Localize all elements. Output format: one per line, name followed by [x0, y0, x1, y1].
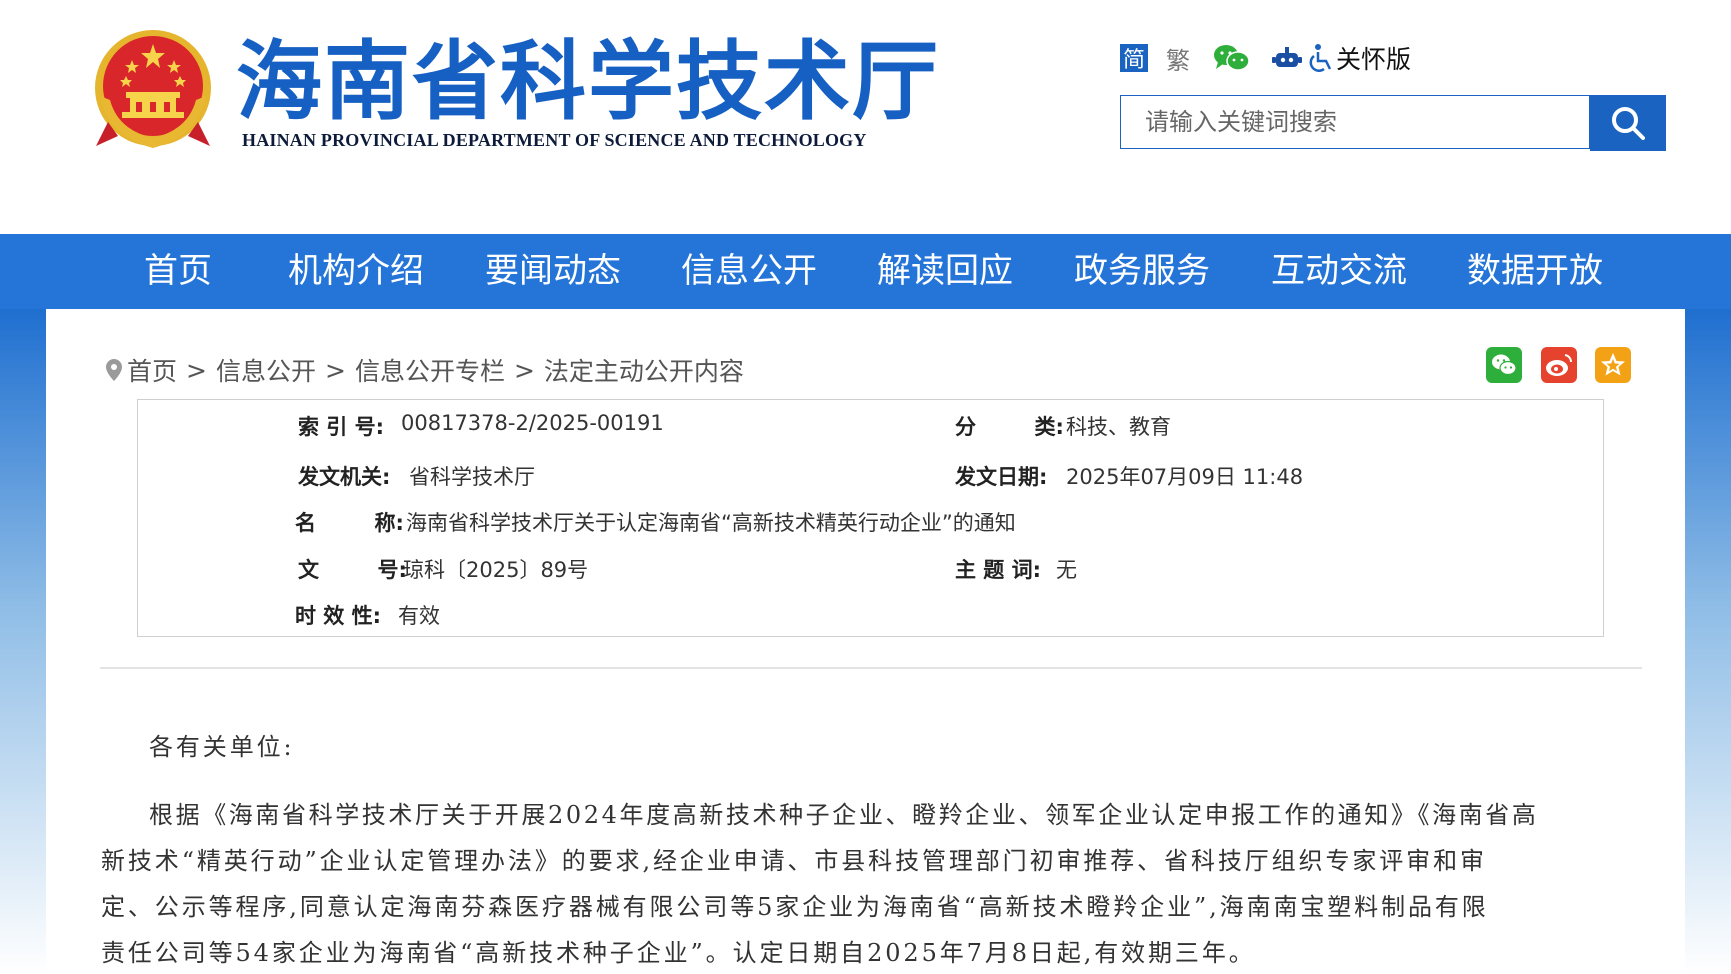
traditional-chinese-button[interactable]: 繁 — [1166, 41, 1190, 76]
body-salutation: 各有关单位: — [149, 733, 295, 761]
breadcrumb-disclosure[interactable]: 信息公开 — [216, 352, 316, 388]
meta-subject-label: 主 题 词: — [955, 558, 1042, 582]
body-paragraph-line: 责任公司等54家企业为海南省“高新技术种子企业”。认定日期自2025年7月8日起… — [101, 939, 1256, 967]
site-logo-subtitle: HAINAN PROVINCIAL DEPARTMENT OF SCIENCE … — [242, 130, 867, 150]
breadcrumb-separator: > — [186, 355, 207, 385]
main-nav: 首页 机构介绍 要闻动态 信息公开 解读回应 政务服务 互动交流 数据开放 — [0, 234, 1731, 309]
accessibility-icon — [1309, 44, 1332, 72]
header-tools: 简 繁 关怀版 — [1120, 38, 1411, 78]
site-logo-title[interactable]: 海南省科学技术厅 — [236, 32, 940, 132]
breadcrumb-separator: > — [513, 355, 535, 385]
breadcrumb-statutory-content[interactable]: 法定主动公开内容 — [544, 352, 744, 388]
nav-item-interaction[interactable]: 互动交流 — [1271, 234, 1407, 309]
meta-docno-value: 琼科〔2025〕89号 — [403, 558, 589, 582]
search-icon — [1612, 107, 1645, 140]
nav-item-interpretation[interactable]: 解读回应 — [877, 234, 1013, 309]
meta-validity-label: 时 效 性: — [295, 604, 382, 628]
meta-subject-value: 无 — [1056, 558, 1077, 582]
meta-docno-label: 文 号: — [298, 558, 407, 582]
nav-item-open-data[interactable]: 数据开放 — [1467, 234, 1603, 309]
nav-item-home[interactable]: 首页 — [144, 234, 212, 309]
nav-item-news[interactable]: 要闻动态 — [485, 234, 621, 309]
meta-issuer-value: 省科学技术厅 — [409, 465, 535, 489]
meta-category-label: 分 类: — [955, 415, 1064, 439]
nav-item-disclosure[interactable]: 信息公开 — [681, 234, 817, 309]
meta-index-value: 00817378-2/2025-00191 — [401, 411, 664, 435]
nav-item-services[interactable]: 政务服务 — [1074, 234, 1210, 309]
breadcrumb: 首页 > 信息公开 > 信息公开专栏 > 法定主动公开内容 — [105, 352, 744, 388]
meta-validity-value: 有效 — [398, 604, 440, 628]
meta-date-value: 2025年07月09日 11:48 — [1066, 465, 1304, 489]
breadcrumb-home[interactable]: 首页 — [127, 352, 177, 388]
content-divider — [100, 667, 1642, 669]
search-box — [1120, 95, 1605, 149]
robot-assistant-icon[interactable] — [1272, 45, 1302, 71]
wechat-share-icon[interactable] — [1486, 347, 1522, 383]
body-paragraph-line: 定、公示等程序,同意认定海南芬森医疗器械有限公司等5家企业为海南省“高新技术瞪羚… — [101, 893, 1489, 921]
meta-category-value: 科技、教育 — [1066, 415, 1171, 439]
search-input[interactable] — [1121, 96, 1605, 148]
weibo-share-icon[interactable] — [1541, 347, 1577, 383]
meta-issuer-label: 发文机关: — [298, 465, 391, 489]
meta-name-label: 名 称: — [295, 511, 404, 535]
favorite-share-icon[interactable] — [1595, 347, 1631, 383]
simplified-chinese-button[interactable]: 简 — [1120, 44, 1148, 73]
nav-item-organization[interactable]: 机构介绍 — [288, 234, 424, 309]
national-emblem-icon — [95, 30, 211, 148]
wechat-icon[interactable] — [1212, 43, 1250, 73]
location-pin-icon — [106, 359, 122, 381]
side-backdrop-right — [1685, 309, 1731, 974]
meta-name-value: 海南省科学技术厅关于认定海南省“高新技术精英行动企业”的通知 — [406, 511, 1016, 535]
care-version-label: 关怀版 — [1336, 45, 1412, 74]
meta-index-label: 索 引 号: — [298, 415, 385, 439]
body-paragraph-line: 新技术“精英行动”企业认定管理办法》的要求,经企业申请、市县科技管理部门初审推荐… — [101, 847, 1487, 875]
side-backdrop-left — [0, 309, 46, 974]
search-button[interactable] — [1590, 95, 1666, 151]
breadcrumb-separator: > — [324, 355, 346, 385]
meta-date-label: 发文日期: — [955, 465, 1048, 489]
breadcrumb-disclosure-column[interactable]: 信息公开专栏 — [355, 352, 505, 388]
care-version-button[interactable]: 关怀版 — [1306, 40, 1411, 76]
body-paragraph-line: 根据《海南省科学技术厅关于开展2024年度高新技术种子企业、瞪羚企业、领军企业认… — [149, 801, 1539, 829]
